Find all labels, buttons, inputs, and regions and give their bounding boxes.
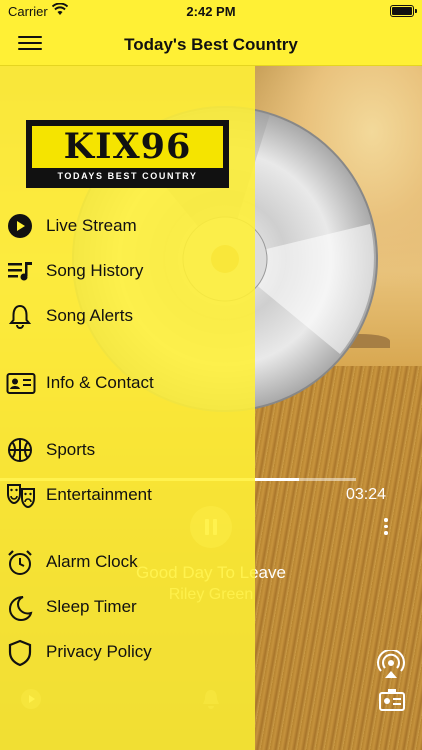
contact-card-icon <box>6 370 36 396</box>
menu-item-label: Info & Contact <box>46 373 154 392</box>
more-options-icon[interactable] <box>382 518 390 538</box>
menu-item-label: Privacy Policy <box>46 642 152 661</box>
menu-item-alarm-clock[interactable]: Alarm Clock <box>0 542 255 582</box>
airplay-icon[interactable] <box>376 648 406 685</box>
clock-time: 2:42 PM <box>186 4 236 19</box>
alarm-clock-icon <box>6 549 36 575</box>
logo-name: KIX96 <box>63 126 192 167</box>
contact-card-icon[interactable] <box>378 688 406 717</box>
menu-item-label: Sports <box>46 440 96 459</box>
menu-item-privacy-policy[interactable]: Privacy Policy <box>0 632 255 672</box>
station-logo: KIX96 TODAYS BEST COUNTRY <box>26 120 229 188</box>
status-bar: Carrier 2:42 PM <box>0 0 422 24</box>
app-header: Today's Best Country <box>0 24 422 66</box>
logo-tagline: TODAYS BEST COUNTRY <box>57 171 198 181</box>
menu-item-song-alerts[interactable]: Song Alerts <box>0 296 255 336</box>
menu-item-live-stream[interactable]: Live Stream <box>0 206 255 246</box>
menu-item-sleep-timer[interactable]: Sleep Timer <box>0 587 255 627</box>
menu-item-label: Entertainment <box>46 485 152 504</box>
bell-icon <box>6 303 36 329</box>
moon-icon <box>6 594 36 622</box>
basketball-icon <box>6 437 36 463</box>
menu-item-label: Live Stream <box>46 216 137 235</box>
menu-item-info-contact[interactable]: Info & Contact <box>0 363 255 403</box>
theater-masks-icon <box>6 482 36 509</box>
battery-icon <box>390 5 417 17</box>
play-circle-icon <box>6 213 36 239</box>
page-title: Today's Best Country <box>124 35 298 54</box>
elapsed-time: 03:24 <box>346 486 387 503</box>
shield-icon <box>6 639 36 667</box>
menu-item-song-history[interactable]: Song History <box>0 251 255 291</box>
menu-item-entertainment[interactable]: Entertainment <box>0 475 255 515</box>
menu-item-label: Sleep Timer <box>46 597 137 616</box>
menu-item-sports[interactable]: Sports <box>0 430 255 470</box>
music-list-icon <box>6 258 36 284</box>
side-drawer: KIX96 TODAYS BEST COUNTRY Live Stream So… <box>0 66 255 750</box>
menu-item-label: Song Alerts <box>46 306 133 325</box>
menu-item-label: Alarm Clock <box>46 552 138 571</box>
menu-item-label: Song History <box>46 261 144 280</box>
